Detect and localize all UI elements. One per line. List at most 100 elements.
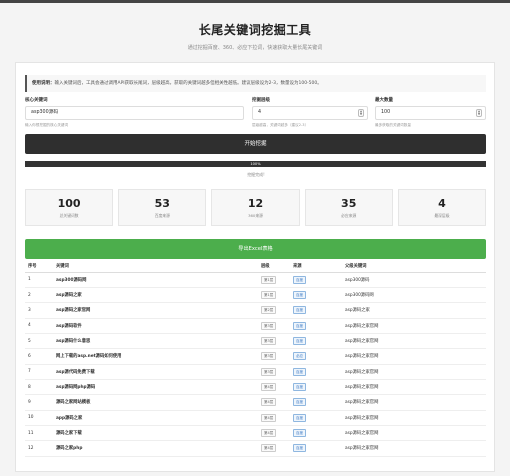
row-keyword: asp源码什么意思 [53, 333, 258, 350]
level-badge: 第1层 [261, 275, 277, 284]
level-badge: 第4层 [261, 398, 277, 407]
depth-hint: 层级越高，关键词越多（建议2-3） [252, 123, 309, 127]
stat-label: 360来源 [248, 213, 263, 218]
row-number: 1 [25, 272, 53, 288]
level-badge: 第1层 [261, 291, 277, 300]
stat-card: 100 总关键词数 [25, 189, 114, 226]
row-number: 5 [25, 333, 53, 350]
row-number: 9 [25, 394, 53, 411]
row-source-cell: 必应 [290, 348, 342, 365]
row-keyword: 源码之家网站模板 [53, 394, 258, 411]
row-keyword: asp源码之家官网 [53, 302, 258, 319]
max-label: 最大数量 [375, 98, 393, 103]
source-badge: 百度 [293, 321, 306, 330]
level-badge: 第3层 [261, 367, 277, 376]
row-keyword: asp源代码免费下载 [53, 364, 258, 380]
max-stepper[interactable]: ▲ ▼ [476, 109, 482, 117]
export-button[interactable]: 导出Excel表格 [25, 239, 486, 259]
max-input[interactable]: 100 ▲ ▼ [375, 106, 486, 120]
table-row: 4 asp源码软件 第3层 百度 asp源码之家官网 [25, 318, 486, 334]
row-keyword: asp300源码网 [53, 272, 258, 288]
table-row: 9 源码之家网站模板 第4层 百度 asp源码之家官网 [25, 394, 486, 411]
col-header-source: 来源 [290, 261, 342, 273]
row-parent: asp源码之家官网 [342, 394, 486, 411]
source-badge: 百度 [293, 306, 306, 315]
table-row: 3 asp源码之家官网 第2层 百度 asp源码之家 [25, 302, 486, 319]
col-header-parent: 父级关键词 [342, 261, 486, 273]
row-keyword: 源码之家下载 [53, 425, 258, 442]
start-button[interactable]: 开始挖掘 [25, 134, 486, 154]
row-parent: asp源码之家官网 [342, 333, 486, 350]
col-header-keyword: 关键词 [53, 261, 258, 273]
max-field-group: 最大数量 100 ▲ ▼ 最多获取的关键词数量 [375, 97, 486, 128]
row-keyword: app源码之家 [53, 410, 258, 426]
row-level-cell: 第3层 [258, 318, 290, 334]
row-source-cell: 百度 [290, 394, 342, 411]
depth-field-group: 挖掘层级 4 ▲ ▼ 层级越高，关键词越多（建议2-3） [252, 97, 368, 128]
row-parent: asp源码之家官网 [342, 440, 486, 457]
table-header-row: 序号 关键词 层级 来源 父级关键词 [25, 261, 486, 273]
row-source-cell: 百度 [290, 272, 342, 288]
level-badge: 第3层 [261, 337, 277, 346]
table-row: 5 asp源码什么意思 第3层 百度 asp源码之家官网 [25, 333, 486, 350]
row-parent: asp源码之家官网 [342, 410, 486, 426]
row-number: 2 [25, 287, 53, 304]
row-level-cell: 第4层 [258, 379, 290, 396]
row-number: 3 [25, 302, 53, 319]
col-header-no: 序号 [25, 261, 53, 273]
level-badge: 第3层 [261, 352, 277, 361]
level-badge: 第3层 [261, 321, 277, 330]
row-source-cell: 百度 [290, 440, 342, 457]
row-level-cell: 第4层 [258, 394, 290, 411]
row-keyword: 源码之家php [53, 440, 258, 457]
stat-number: 35 [341, 197, 357, 210]
keyword-input[interactable]: asp300源码 [25, 106, 244, 120]
row-keyword: asp源码之家 [53, 287, 258, 304]
keyword-field-group: 核心关键词 asp300源码 输入你想挖掘的核心关键词 [25, 97, 244, 128]
level-badge: 第4层 [261, 444, 277, 453]
source-badge: 百度 [293, 383, 306, 392]
level-badge: 第2层 [261, 306, 277, 315]
depth-input[interactable]: 4 ▲ ▼ [252, 106, 368, 120]
status-text: 挖掘完成! [247, 172, 265, 177]
row-level-cell: 第1层 [258, 287, 290, 304]
row-number: 6 [25, 348, 53, 365]
row-level-cell: 第3层 [258, 364, 290, 380]
table-row: 7 asp源代码免费下载 第3层 百度 asp源码之家官网 [25, 364, 486, 380]
source-badge: 百度 [293, 337, 306, 346]
source-badge: 百度 [293, 398, 306, 407]
stat-card: 35 必应来源 [304, 189, 393, 226]
stat-label: 百度来源 [154, 213, 170, 218]
level-badge: 第4层 [261, 383, 277, 392]
stat-number: 100 [57, 197, 81, 210]
table-row: 2 asp源码之家 第1层 百度 asp300源码网 [25, 287, 486, 304]
row-keyword: 网上下载的asp.net源码如何使用 [53, 348, 258, 365]
source-badge: 百度 [293, 444, 306, 453]
row-source-cell: 百度 [290, 364, 342, 380]
depth-stepper[interactable]: ▲ ▼ [358, 109, 364, 117]
row-parent: asp300源码 [342, 272, 486, 288]
row-level-cell: 第4层 [258, 440, 290, 457]
stats-row: 100 总关键词数 53 百度来源 12 360来源 35 必应来源 4 最深层级 [25, 189, 487, 226]
row-number: 8 [25, 379, 53, 396]
col-header-level: 层级 [258, 261, 290, 273]
row-number: 7 [25, 364, 53, 380]
row-source-cell: 百度 [290, 287, 342, 304]
depth-label: 挖掘层级 [252, 98, 270, 103]
row-keyword: asp源码网php源码 [53, 379, 258, 396]
row-level-cell: 第4层 [258, 425, 290, 442]
max-value: 100 [381, 110, 391, 115]
stat-card: 4 最深层级 [397, 189, 487, 226]
progress-bar: 100% [25, 161, 486, 167]
row-number: 12 [25, 440, 53, 457]
row-level-cell: 第4层 [258, 410, 290, 426]
table-row: 11 源码之家下载 第4层 百度 asp源码之家官网 [25, 425, 486, 442]
max-hint: 最多获取的关键词数量 [375, 123, 411, 127]
row-parent: asp源码之家官网 [342, 425, 486, 442]
row-source-cell: 百度 [290, 425, 342, 442]
table-row: 10 app源码之家 第4层 百度 asp源码之家官网 [25, 410, 486, 426]
stat-label: 最深层级 [434, 213, 450, 218]
page-title: 长尾关键词挖掘工具 [198, 23, 312, 37]
row-number: 11 [25, 425, 53, 442]
table-row: 1 asp300源码网 第1层 百度 asp300源码 [25, 272, 486, 288]
